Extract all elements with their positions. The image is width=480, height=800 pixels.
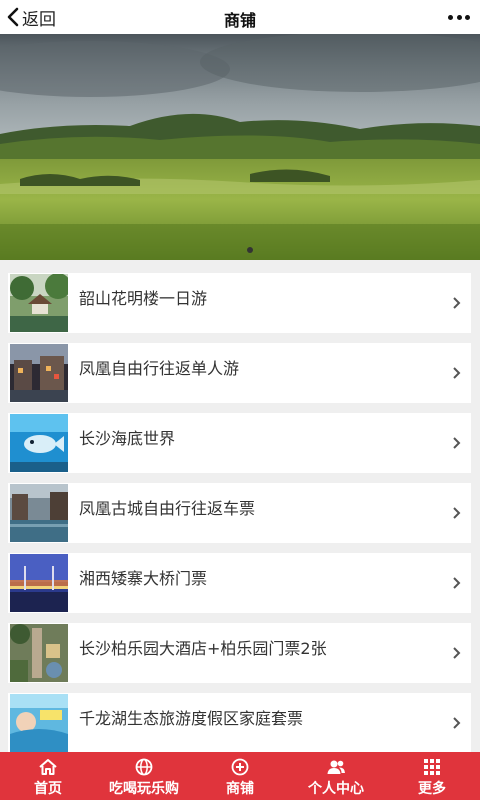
tab-food-fun-shopping[interactable]: 吃喝玩乐购 xyxy=(96,752,192,800)
item-thumbnail xyxy=(10,274,68,332)
item-thumbnail xyxy=(10,484,68,542)
chevron-right-icon xyxy=(453,507,461,519)
list-item[interactable]: 凤凰自由行往返单人游 xyxy=(8,343,471,403)
globe-icon xyxy=(135,758,153,776)
chevron-right-icon xyxy=(453,577,461,589)
banner-landscape-image xyxy=(0,34,480,260)
item-title: 长沙柏乐园大酒店+柏乐园门票2张 xyxy=(79,639,327,658)
users-icon xyxy=(327,760,345,774)
grid-icon xyxy=(424,759,440,775)
bottom-tab-bar: 首页 吃喝玩乐购 商铺 个人中心 更多 xyxy=(0,752,480,800)
item-thumbnail xyxy=(10,414,68,472)
carousel-indicator-dot[interactable] xyxy=(247,247,253,253)
tab-home[interactable]: 首页 xyxy=(0,752,96,800)
chevron-right-icon xyxy=(453,367,461,379)
chevron-right-icon xyxy=(453,437,461,449)
tab-label: 首页 xyxy=(34,781,62,797)
back-label: 返回 xyxy=(22,9,56,30)
chevron-right-icon xyxy=(453,717,461,729)
tab-label: 商铺 xyxy=(226,781,254,797)
item-thumbnail xyxy=(10,344,68,402)
list-item[interactable]: 长沙柏乐园大酒店+柏乐园门票2张 xyxy=(8,623,471,683)
tab-shop[interactable]: 商铺 xyxy=(192,752,288,800)
list-item[interactable]: 湘西矮寨大桥门票 xyxy=(8,553,471,613)
list-item[interactable]: 长沙海底世界 xyxy=(8,413,471,473)
chevron-left-icon xyxy=(7,7,19,27)
tab-label: 个人中心 xyxy=(308,781,364,797)
list-item[interactable]: 千龙湖生态旅游度假区家庭套票 xyxy=(8,693,471,753)
header-bar: 返回 商铺 xyxy=(0,0,480,34)
more-menu-icon[interactable] xyxy=(448,9,470,25)
tab-profile[interactable]: 个人中心 xyxy=(288,752,384,800)
item-title: 长沙海底世界 xyxy=(79,429,176,448)
tab-label: 更多 xyxy=(418,781,446,797)
item-title: 千龙湖生态旅游度假区家庭套票 xyxy=(79,709,304,728)
plus-circle-icon xyxy=(231,758,249,776)
list-item[interactable]: 凤凰古城自由行往返车票 xyxy=(8,483,471,543)
tab-label: 吃喝玩乐购 xyxy=(109,781,179,797)
item-title: 韶山花明楼一日游 xyxy=(79,289,208,308)
item-thumbnail xyxy=(10,694,68,752)
banner-carousel[interactable] xyxy=(0,34,480,260)
item-thumbnail xyxy=(10,624,68,682)
item-title: 凤凰古城自由行往返车票 xyxy=(79,499,256,518)
tab-more[interactable]: 更多 xyxy=(384,752,480,800)
item-title: 湘西矮寨大桥门票 xyxy=(79,569,208,588)
home-icon xyxy=(39,759,57,775)
item-title: 凤凰自由行往返单人游 xyxy=(79,359,240,378)
back-button[interactable]: 返回 xyxy=(6,5,56,30)
item-thumbnail xyxy=(10,554,68,612)
chevron-right-icon xyxy=(453,297,461,309)
page-title: 商铺 xyxy=(223,11,256,30)
chevron-right-icon xyxy=(453,647,461,659)
list-item[interactable]: 韶山花明楼一日游 xyxy=(8,273,471,333)
